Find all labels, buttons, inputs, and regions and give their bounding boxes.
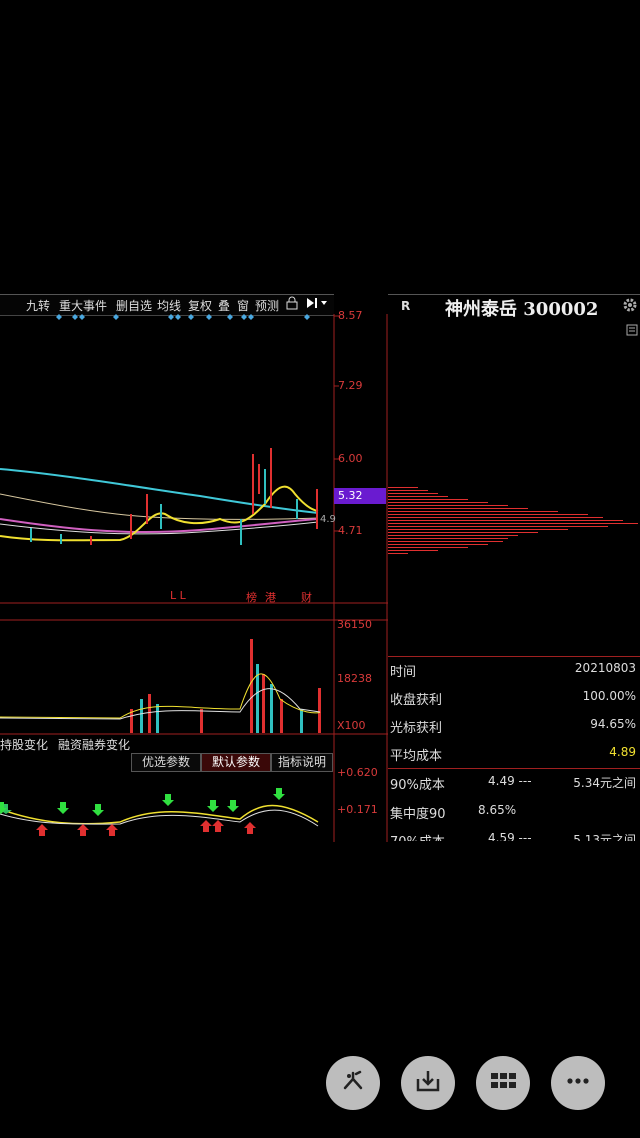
tab-holding-change[interactable]: 持股变化	[0, 736, 48, 753]
candlesticks	[30, 448, 318, 545]
vol-tick-mid: 18238	[337, 672, 372, 685]
default-params-button[interactable]: 默认参数	[201, 753, 271, 772]
signal-arrows	[0, 788, 285, 816]
price-tick-2: 7.29	[338, 379, 363, 392]
share-button[interactable]	[326, 1056, 380, 1110]
price-tick-top: 8.57	[338, 309, 363, 322]
marker-cai[interactable]: 财	[301, 589, 312, 605]
event-diamonds	[56, 314, 310, 320]
ind-tick-mid: +0.171	[337, 803, 378, 816]
chip-distribution	[388, 487, 638, 554]
toolbar-jiuzhuan[interactable]: 九转	[26, 297, 50, 314]
stat-concentration90: 集中度90 8.65%	[390, 803, 517, 822]
download-icon	[415, 1068, 441, 1098]
r-label: R	[401, 299, 411, 313]
stat-cursor-profit: 光标获利 94.65%	[390, 717, 636, 736]
more-button[interactable]	[551, 1056, 605, 1110]
stat-cost90: 90%成本 4.49 --- 5.34元之间	[390, 774, 636, 793]
stat-cost70: 70%成本 4.59 --- 5.13元之间	[390, 831, 636, 841]
toolbar-window[interactable]: 窗	[237, 297, 249, 314]
stat-close-profit: 收盘获利 100.00%	[390, 689, 636, 708]
indicator-help-button[interactable]: 指标说明	[271, 753, 333, 772]
chart-toolbar: 九转 重大事件 删自选 均线 复权 叠 窗 预测	[0, 294, 334, 316]
vol-unit: X100	[337, 719, 366, 732]
marker-bang[interactable]: 榜	[246, 589, 257, 605]
stock-title: 神州泰岳 300002	[445, 299, 599, 320]
toolbar-adjust[interactable]: 复权	[188, 297, 212, 314]
grid-icon	[490, 1068, 516, 1098]
volume-bars	[130, 639, 321, 733]
tab-margin-change[interactable]: 融资融券变化	[58, 736, 130, 753]
apps-button[interactable]	[476, 1056, 530, 1110]
toolbar-forecast[interactable]: 预测	[255, 297, 279, 314]
download-button[interactable]	[401, 1056, 455, 1110]
gear-icon[interactable]	[622, 297, 638, 317]
optimized-params-button[interactable]: 优选参数	[131, 753, 201, 772]
marker-gang[interactable]: 港	[265, 589, 276, 605]
price-tick-3: 6.00	[338, 452, 363, 465]
stat-avg-cost: 平均成本 4.89	[390, 745, 636, 764]
toolbar-overlay[interactable]: 叠	[218, 297, 230, 314]
toolbar-major-events[interactable]: 重大事件	[59, 297, 107, 314]
stat-time: 时间 20210803	[390, 661, 636, 680]
toolbar-moving-average[interactable]: 均线	[157, 297, 181, 314]
price-tick-4: 4.71	[338, 524, 363, 537]
last-price-tag: 4.9	[320, 514, 336, 525]
lock-icon[interactable]	[286, 296, 298, 313]
vol-tick-top: 36150	[337, 618, 372, 631]
next-icon[interactable]	[305, 296, 329, 313]
toolbar-remove-watchlist[interactable]: 删自选	[116, 297, 152, 314]
current-price-label: 5.32	[338, 489, 363, 502]
share-icon	[340, 1068, 366, 1098]
marker-ll[interactable]: L L	[170, 589, 186, 602]
ind-tick-top: +0.620	[337, 766, 378, 779]
chart-settings-icon[interactable]	[626, 321, 638, 340]
more-icon	[565, 1068, 591, 1098]
